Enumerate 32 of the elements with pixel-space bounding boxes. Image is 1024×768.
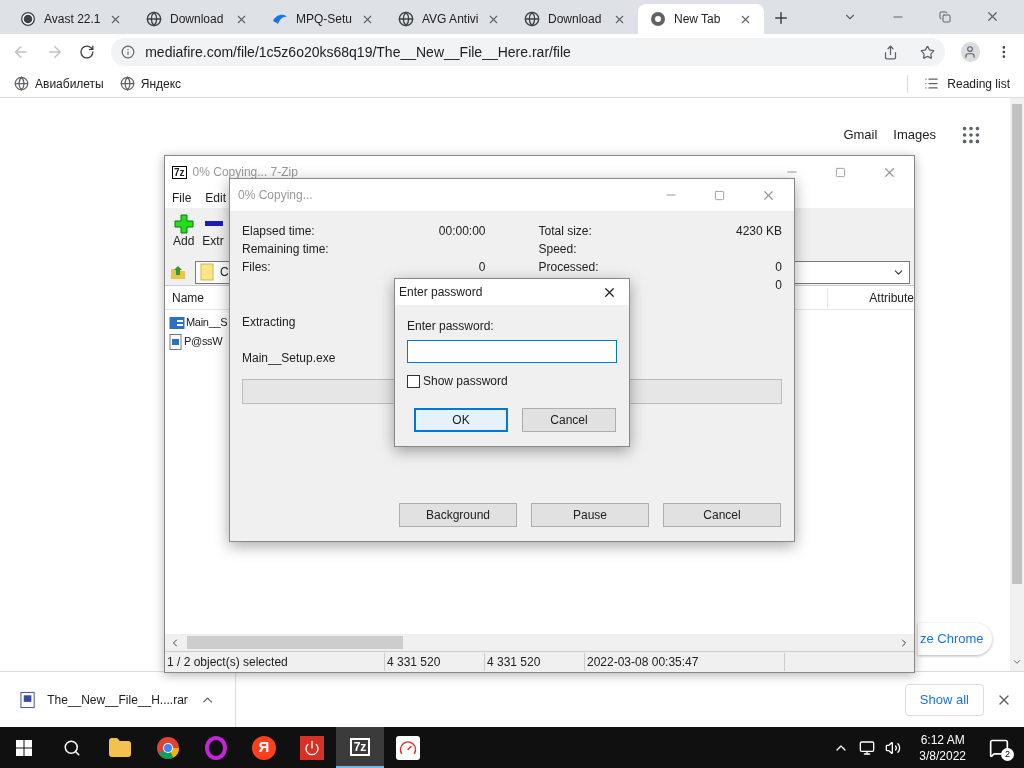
app-logo: 7z (172, 165, 187, 179)
sevenzip-logo: 7z (349, 737, 371, 756)
stat-label: Speed: (538, 241, 577, 258)
stat-label: Files: (242, 259, 271, 276)
stat-value: 00:00:00 (438, 223, 486, 240)
yandex-logo: Я (252, 735, 276, 760)
dialog-title: Enter password (399, 284, 484, 301)
status-text: 4 331 520 (385, 653, 485, 671)
file-name-text: Main__Setup.exe (242, 350, 336, 367)
window-title: 0% Copying... 7-Zip (192, 164, 298, 181)
operation-text: Extracting (242, 314, 296, 331)
status-text: 1 / 2 object(s) selected (165, 653, 385, 671)
status-text: 4 331 520 (485, 653, 585, 671)
field-label: Enter password: (406, 318, 495, 335)
stat-label: Remaining time: (242, 241, 329, 258)
stat-value: 4230 KB (735, 223, 782, 240)
tab-title: Avast 22.1 (44, 11, 101, 28)
stat-value: 0 (478, 259, 486, 276)
status-text: 2022-03-08 00:35:47 (585, 653, 785, 671)
stat-label: Total size: (538, 223, 592, 240)
tab-title: MPQ-Setu (296, 11, 353, 28)
tab-title: Download (170, 11, 225, 28)
tab-title: Download (548, 11, 603, 28)
stat-value: 0 (775, 259, 782, 276)
tab-title: New Tab (674, 11, 722, 28)
url-text: mediafire.com/file/1c5z6o20ks68q19/The__New__File__Here.rar/file (145, 42, 572, 62)
dialog-title: 0% Copying... (238, 187, 314, 204)
stat-value: 0 (775, 277, 782, 294)
stat-label: Elapsed time: (242, 223, 315, 240)
stat-label: Processed: (538, 259, 599, 276)
notification-count: 2 (1001, 747, 1014, 761)
tab-title: AVG Antivi (422, 11, 479, 28)
